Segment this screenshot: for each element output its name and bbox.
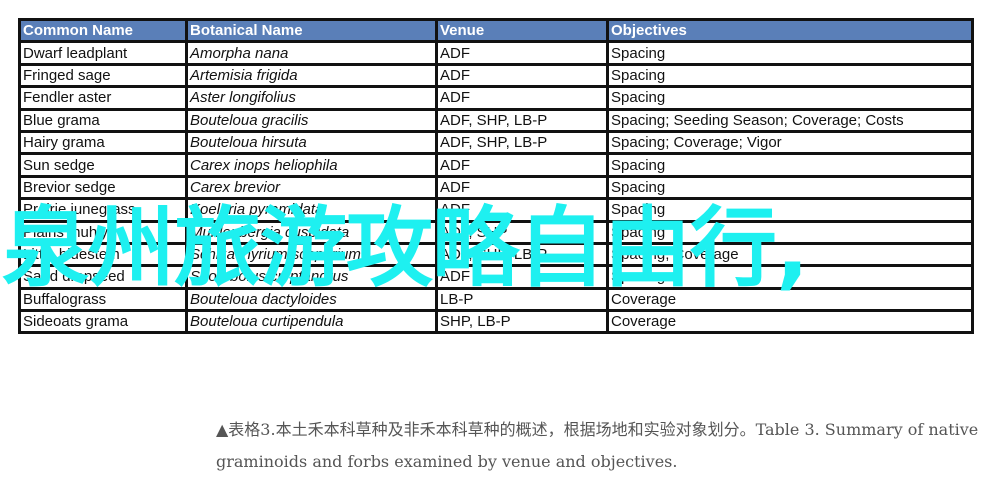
header-common-name: Common Name <box>18 17 188 44</box>
cell-venue: ADF <box>435 174 609 201</box>
overlay-watermark-text: 泉州旅游攻略自由行, <box>2 197 809 299</box>
cell-botanical-name: Carex brevior <box>185 174 438 201</box>
cell-botanical-name: Bouteloua gracilis <box>185 107 438 133</box>
cell-common-name: Sun sedge <box>18 152 188 178</box>
cell-objectives: Spacing <box>606 40 974 66</box>
cell-common-name: Brevior sedge <box>18 174 188 201</box>
cell-venue: ADF <box>435 40 609 66</box>
cell-objectives: Spacing <box>606 174 974 201</box>
table-caption: ▲表格3.本土禾本科草种及非禾本科草种的概述，根据场地和实验对象划分。Table… <box>216 420 979 471</box>
header-objectives: Objectives <box>606 17 974 44</box>
cell-common-name: Sideoats grama <box>18 309 188 335</box>
cell-common-name: Fendler aster <box>18 85 188 111</box>
cell-objectives: Spacing <box>606 85 974 111</box>
table-row: Sun sedge Carex inops heliophila ADF Spacin… <box>18 152 974 178</box>
table-row: Brevior sedge Carex brevior ADF Spacing <box>18 174 974 201</box>
cell-botanical-name: Bouteloua hirsuta <box>185 129 438 156</box>
cell-botanical-name: Aster longifolius <box>185 85 438 111</box>
cell-objectives: Spacing; Coverage; Vigor <box>606 129 974 156</box>
table-header-row: Common Name Botanical Name Venue Objecti… <box>18 17 974 44</box>
cell-objectives: Spacing; Seeding Season; Coverage; Costs <box>606 107 974 133</box>
cell-botanical-name: Artemisia frigida <box>185 62 438 89</box>
cell-objectives: Spacing <box>606 152 974 178</box>
table-row: Blue grama Bouteloua gracilis ADF, SHP, LB… <box>18 107 974 133</box>
cell-botanical-name: Carex inops heliophila <box>185 152 438 178</box>
cell-common-name: Dwarf leadplant <box>18 40 188 66</box>
cell-botanical-name: Amorpha nana <box>185 40 438 66</box>
cell-common-name: Hairy grama <box>18 129 188 156</box>
cell-venue: ADF, SHP, LB-P <box>435 107 609 133</box>
cell-venue: ADF <box>435 62 609 89</box>
header-venue: Venue <box>435 17 609 44</box>
cell-venue: ADF <box>435 152 609 178</box>
table-row: Dwarf leadplant Amorpha nana ADF Spacing <box>18 40 974 66</box>
cell-venue: SHP, LB-P <box>435 309 609 335</box>
table-row: Fringed sage Artemisia frigida ADF Spacing <box>18 62 974 89</box>
cell-botanical-name: Bouteloua curtipendula <box>185 309 438 335</box>
cell-common-name: Fringed sage <box>18 62 188 89</box>
table-row: Sideoats grama Bouteloua curtipendula SHP,… <box>18 309 974 335</box>
table-row: Fendler aster Aster longifolius ADF Spacing <box>18 85 974 111</box>
table-row: Hairy grama Bouteloua hirsuta ADF, SHP, LB… <box>18 129 974 156</box>
header-botanical-name: Botanical Name <box>185 17 438 44</box>
cell-venue: ADF <box>435 85 609 111</box>
cell-objectives: Coverage <box>606 309 974 335</box>
cell-objectives: Spacing <box>606 62 974 89</box>
cell-venue: ADF, SHP, LB-P <box>435 129 609 156</box>
cell-common-name: Blue grama <box>18 107 188 133</box>
